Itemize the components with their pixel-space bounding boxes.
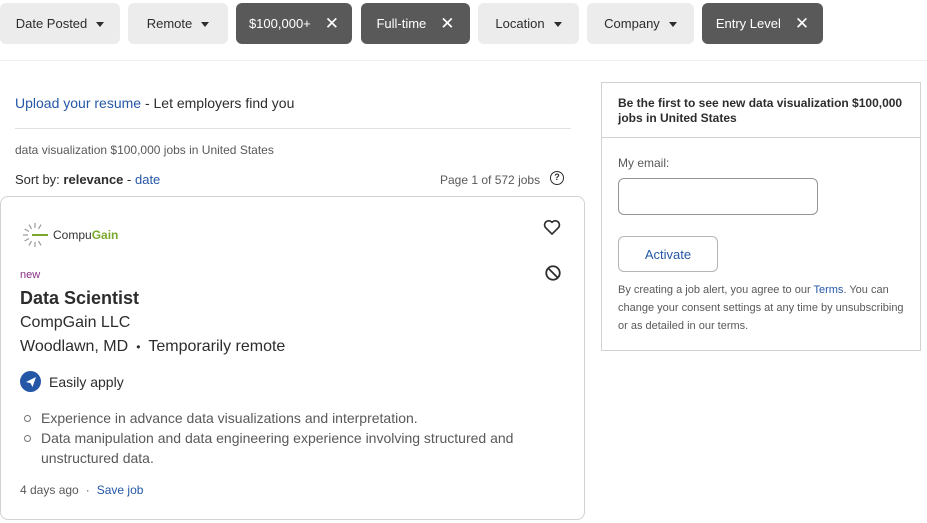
close-icon[interactable]: ✕ xyxy=(440,15,454,32)
sort-relevance: relevance xyxy=(63,172,124,187)
job-meta: 4 days ago · Save job xyxy=(20,483,143,497)
location-city: Woodlawn, MD xyxy=(20,338,129,355)
sort-date-link[interactable]: date xyxy=(135,172,160,187)
close-icon[interactable]: ✕ xyxy=(795,15,809,32)
filter-experience-label: Entry Level xyxy=(715,16,781,31)
help-icon[interactable]: ? xyxy=(550,171,564,185)
filter-company-label: Company xyxy=(604,16,660,31)
upload-resume-text: - Let employers find you xyxy=(141,95,295,111)
close-icon[interactable]: ✕ xyxy=(325,15,339,32)
upload-resume-link[interactable]: Upload your resume xyxy=(15,95,141,111)
meta-separator: · xyxy=(85,483,90,497)
job-card[interactable]: CompuGain new Data Scientist CompGain LL… xyxy=(0,196,585,520)
terms-pre: By creating a job alert, you agree to ou… xyxy=(618,284,814,296)
email-field[interactable] xyxy=(618,178,818,215)
filter-job-type-label: Full-time xyxy=(376,16,427,31)
caret-down-icon xyxy=(668,22,677,27)
filter-date-posted[interactable]: Date Posted xyxy=(0,3,120,44)
send-icon xyxy=(20,371,41,392)
block-icon[interactable] xyxy=(544,264,562,282)
sort-controls: Sort by: relevance - date xyxy=(15,172,160,187)
divider xyxy=(15,128,571,129)
filter-salary[interactable]: $100,000+ ✕ xyxy=(236,3,352,44)
filter-job-type[interactable]: Full-time ✕ xyxy=(361,3,470,44)
job-snippet: Experience in advance data visualization… xyxy=(21,408,561,468)
terms-link[interactable]: Terms xyxy=(813,284,843,296)
logo-wordmark: CompuGain xyxy=(53,228,119,242)
divider xyxy=(0,60,927,61)
job-alert-heading: Be the first to see new data visualizati… xyxy=(602,83,920,138)
save-job-link[interactable]: Save job xyxy=(97,483,144,497)
filter-experience[interactable]: Entry Level ✕ xyxy=(702,3,823,44)
remote-status: Temporarily remote xyxy=(148,338,286,355)
filter-remote[interactable]: Remote xyxy=(128,3,228,44)
heart-icon[interactable] xyxy=(542,217,562,237)
caret-down-icon xyxy=(553,22,562,27)
terms-text: By creating a job alert, you agree to ou… xyxy=(618,281,910,335)
filter-company[interactable]: Company xyxy=(587,3,694,44)
posted-date: 4 days ago xyxy=(20,483,79,497)
filter-location[interactable]: Location xyxy=(478,3,579,44)
snippet-item: Experience in advance data visualization… xyxy=(21,408,561,428)
filter-location-label: Location xyxy=(495,16,545,31)
job-alert-panel: Be the first to see new data visualizati… xyxy=(601,82,921,351)
upload-resume-banner: Upload your resume - Let employers find … xyxy=(15,95,294,111)
email-label: My email: xyxy=(618,156,670,170)
company-name: CompGain LLC xyxy=(20,314,131,331)
filter-date-posted-label: Date Posted xyxy=(15,16,88,31)
easily-apply-label: Easily apply xyxy=(49,373,124,390)
sort-label: Sort by: xyxy=(15,172,64,187)
job-location: Woodlawn, MD • Temporarily remote xyxy=(20,338,285,356)
easily-apply: Easily apply xyxy=(20,371,124,392)
sort-separator: - xyxy=(123,172,135,187)
location-separator: • xyxy=(136,340,141,354)
page-info: Page 1 of 572 jobs xyxy=(440,173,541,187)
new-badge: new xyxy=(20,269,41,281)
job-title[interactable]: Data Scientist xyxy=(20,288,139,309)
snippet-item: Data manipulation and data engineering e… xyxy=(21,428,561,468)
compugain-logo xyxy=(23,223,48,247)
caret-down-icon xyxy=(201,22,210,27)
filter-remote-label: Remote xyxy=(146,16,193,31)
filter-salary-label: $100,000+ xyxy=(248,16,311,31)
company-logo: CompuGain xyxy=(21,221,118,249)
activate-button[interactable]: Activate xyxy=(618,236,718,272)
caret-down-icon xyxy=(96,22,105,27)
query-summary: data visualization $100,000 jobs in Unit… xyxy=(15,143,274,157)
filter-bar: Date Posted Remote $100,000+ ✕ Full-time… xyxy=(0,3,927,44)
